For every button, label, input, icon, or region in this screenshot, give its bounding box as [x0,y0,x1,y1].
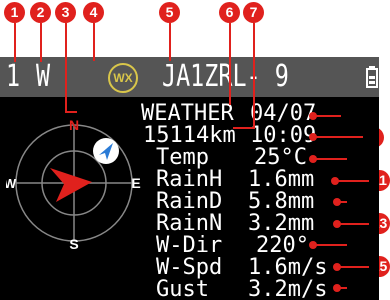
compass-west: W [6,176,17,191]
callout-line-5 [169,23,171,61]
power-indicator: W [36,59,51,94]
callout-dot-16 [333,284,341,292]
wind-speed-label: W-Spd [156,255,223,280]
callout-line-9 [313,136,363,138]
compass-east: E [131,175,140,191]
callout-line-7b [233,127,255,129]
callout-line-6 [229,23,231,105]
callout-7: 7 [243,2,264,23]
temp-label: Temp [156,145,209,170]
callout-line-3a [65,23,67,113]
callout-dot-11 [331,177,339,185]
wind-speed-value: 1.6m/s [248,255,328,280]
callout-5: 5 [159,2,180,23]
rain-hour-value: 1.6mm [248,167,315,192]
callout-dot-15 [333,263,341,271]
callout-line-8 [313,115,341,117]
callout-line-15 [337,266,369,268]
wind-dir-value: 220° [256,233,309,258]
callout-line-3b [65,111,77,113]
rain-day-value: 5.8mm [248,189,315,214]
gust-value: 3.2m/s [248,277,328,300]
callout-4: 4 [83,2,104,23]
compass: N S W E [6,117,141,252]
compass-north: N [69,117,79,133]
callout-line-13 [337,223,369,225]
callout-6: 6 [219,2,240,23]
rain-day-label: RainD [156,189,223,214]
temp-value: 25°C [254,145,307,170]
wx-icon: WX [108,63,138,93]
callout-dot-10 [309,155,317,163]
battery-icon [366,66,378,88]
heading-arrow-icon [50,168,92,202]
callout-line-4 [93,23,95,61]
weather-title: WEATHER [141,101,234,126]
channel-number: 1 [6,59,21,94]
station-distance: 15114km [143,123,236,148]
callout-line-7a [253,23,255,129]
weather-date: 04/07 [250,101,317,126]
callout-line-14 [313,244,347,246]
callout-dot-8 [309,112,317,120]
callout-2: 2 [30,2,51,23]
status-bar: 1 W WX JA1ZRL- 9 [0,57,379,97]
callout-line-11 [335,180,369,182]
callout-3: 3 [55,2,76,23]
callsign: JA1ZRL- 9 [162,59,289,94]
callout-line-1 [14,23,16,62]
callout-1: 1 [4,2,25,23]
weather-time: 10:09 [250,123,317,148]
callout-dot-9 [309,133,317,141]
rain-hour-label: RainH [156,167,223,192]
compass-south: S [69,236,78,252]
callout-dot-12 [333,198,341,206]
rain-midnight-value: 3.2mm [248,211,315,236]
callout-dot-14 [309,241,317,249]
wind-dir-label: W-Dir [156,233,223,258]
gust-label: Gust [156,277,209,300]
radio-display: 1 W WX JA1ZRL- 9 N S W E WEATHER 04/07 1… [0,57,379,300]
callout-line-10 [313,158,347,160]
callout-line-2 [40,23,42,62]
rain-midnight-label: RainN [156,211,223,236]
callout-dot-13 [333,220,341,228]
